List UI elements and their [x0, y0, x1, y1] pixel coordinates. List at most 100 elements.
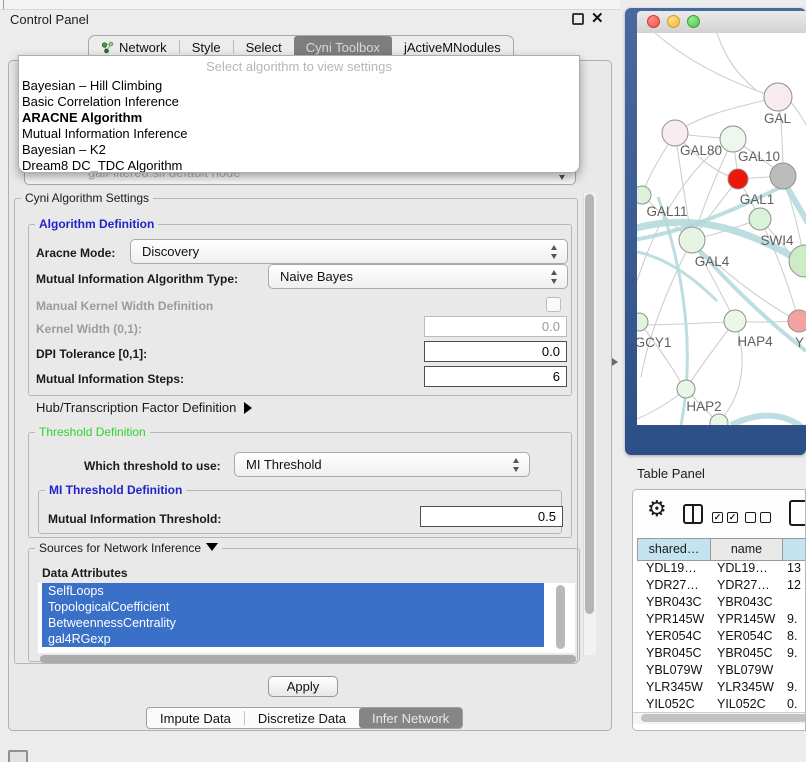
- table-row[interactable]: YDR27…YDR27…12: [638, 578, 805, 595]
- network-label-hap2: HAP2: [686, 399, 721, 414]
- algorithm-dropdown-placeholder: Select algorithm to view settings: [19, 56, 579, 78]
- close-traffic-light-icon[interactable]: [647, 15, 660, 28]
- network-icon: [101, 41, 114, 54]
- attributes-list-scrollbar[interactable]: [556, 585, 565, 649]
- network-canvas[interactable]: GALGAL80GAL10GAL1SWI4GAL11GAL4GCY1HAP4YH…: [637, 33, 806, 425]
- algorithm-option-aracne-algorithm[interactable]: ARACNE Algorithm: [19, 110, 579, 126]
- manual-kernel-width-label: Manual Kernel Width Definition: [36, 299, 213, 313]
- data-attributes-list[interactable]: SelfLoopsTopologicalCoefficientBetweenne…: [38, 583, 575, 653]
- mi-threshold-definition-title: MI Threshold Definition: [45, 483, 186, 497]
- network-node-gal4[interactable]: [679, 227, 705, 253]
- float-panel-icon[interactable]: [572, 13, 584, 25]
- top-strip: [0, 0, 620, 10]
- tab-label: jActiveMNodules: [404, 40, 501, 55]
- column-header-name[interactable]: name: [710, 538, 783, 561]
- network-edge-thick: [731, 416, 806, 425]
- kernel-width-field[interactable]: 0.0: [424, 316, 567, 337]
- attribute-item-gal4rgexp[interactable]: gal4RGexp: [42, 631, 544, 647]
- deselect-checkbox-icon-1[interactable]: [745, 512, 756, 523]
- table-panel: ⚙ ✓ ✓ shared…name YDL19… YDL19… 13 YDR27…YD…: [632, 489, 806, 731]
- tab-infer-network[interactable]: Infer Network: [359, 708, 462, 728]
- hub-definition-expander[interactable]: Hub/Transcription Factor Definition: [36, 400, 252, 415]
- network-node-salmon[interactable]: [788, 310, 806, 332]
- algorithm-option-bayesian-hill-climbing[interactable]: Bayesian – Hill Climbing: [19, 78, 579, 94]
- cell-c1: YLR345W: [646, 680, 703, 694]
- manual-kernel-width-checkbox[interactable]: [546, 297, 561, 312]
- network-node-gray-node[interactable]: [770, 163, 796, 189]
- dpi-tolerance-field[interactable]: 0.0: [424, 341, 567, 362]
- which-threshold-label: Which threshold to use:: [84, 459, 221, 473]
- table-row[interactable]: YBR045CYBR045C9.: [638, 646, 805, 663]
- table-row[interactable]: YLR345WYLR345W9.: [638, 680, 805, 697]
- cell-c1: YDL19…: [646, 561, 697, 575]
- panel-splitter-arrow[interactable]: [612, 358, 618, 366]
- network-node-hap4[interactable]: [724, 310, 746, 332]
- attribute-item-selfloops[interactable]: SelfLoops: [42, 583, 544, 599]
- algorithm-option-basic-correlation-inference[interactable]: Basic Correlation Inference: [19, 94, 579, 110]
- close-icon[interactable]: ✕: [591, 9, 604, 27]
- algorithm-option-bayesian-k2[interactable]: Bayesian – K2: [19, 142, 579, 158]
- network-node-gal1[interactable]: [749, 208, 771, 230]
- table-row[interactable]: YBL079WYBL079W: [638, 663, 805, 680]
- sources-horizontal-scrollbar[interactable]: [40, 655, 576, 663]
- tab-label: Select: [246, 40, 282, 55]
- tab-label: Impute Data: [160, 711, 231, 726]
- mi-threshold-label: Mutual Information Threshold:: [48, 512, 221, 526]
- network-window-titlebar[interactable]: [637, 11, 806, 33]
- mi-algorithm-type-combobox[interactable]: Naive Bayes: [268, 264, 568, 289]
- table-row[interactable]: YPR145WYPR145W9.: [638, 612, 805, 629]
- minimize-traffic-light-icon[interactable]: [667, 15, 680, 28]
- table-row[interactable]: YDL19… YDL19… 13: [638, 561, 805, 578]
- network-node-bottom[interactable]: [710, 414, 728, 425]
- float-grip-icon[interactable]: [8, 750, 28, 762]
- network-node-big-green[interactable]: [789, 245, 806, 277]
- table-row[interactable]: YER054CYER054C8.: [638, 629, 805, 646]
- top-tick: [3, 0, 4, 9]
- cell-c3: 9.: [787, 680, 797, 694]
- network-node-gcy1[interactable]: [637, 313, 648, 331]
- tab-impute-data[interactable]: Impute Data: [147, 708, 244, 728]
- cell-c3: 12: [787, 578, 801, 592]
- select-all-checkbox-icon-2[interactable]: ✓: [727, 512, 738, 523]
- which-threshold-combobox[interactable]: MI Threshold: [234, 452, 530, 477]
- hub-definition-label: Hub/Transcription Factor Definition: [36, 400, 236, 415]
- table-row[interactable]: YBR043CYBR043C: [638, 595, 805, 612]
- sources-title[interactable]: Sources for Network Inference: [35, 541, 222, 555]
- attribute-item-topologicalcoefficient[interactable]: TopologicalCoefficient: [42, 599, 544, 615]
- tab-label: Infer Network: [372, 711, 449, 726]
- columns-icon[interactable]: [683, 504, 703, 524]
- settings-scrollbar-thumb[interactable]: [585, 194, 594, 614]
- apply-button[interactable]: Apply: [268, 676, 338, 697]
- table-header-row: shared…name: [638, 538, 806, 561]
- aracne-mode-label: Aracne Mode:: [36, 246, 115, 260]
- network-node-hap2[interactable]: [677, 380, 695, 398]
- algorithm-option-dream8-dc-tdc-algorithm[interactable]: Dream8 DC_TDC Algorithm: [19, 158, 579, 173]
- column-header-cut[interactable]: [782, 538, 806, 561]
- deselect-checkbox-icon-2[interactable]: [760, 512, 771, 523]
- gear-icon[interactable]: ⚙: [647, 497, 667, 522]
- network-node-red-node[interactable]: [728, 169, 748, 189]
- cell-c2: YDL19…: [717, 561, 768, 575]
- network-label-gal11: GAL11: [646, 204, 687, 219]
- table-hscroll-thumb[interactable]: [641, 714, 806, 722]
- aracne-mode-combobox[interactable]: Discovery: [130, 239, 568, 264]
- mi-threshold-field[interactable]: 0.5: [420, 506, 563, 527]
- network-node-gal11[interactable]: [637, 186, 651, 204]
- cell-c1: YDR27…: [646, 578, 699, 592]
- mi-algorithm-type-label: Mutual Information Algorithm Type:: [36, 272, 238, 286]
- select-all-checkbox-icon-1[interactable]: ✓: [712, 512, 723, 523]
- cell-c3: 13: [787, 561, 801, 575]
- network-edge-thick: [787, 187, 806, 223]
- attribute-item-betweennesscentrality[interactable]: BetweennessCentrality: [42, 615, 544, 631]
- network-window[interactable]: GALGAL80GAL10GAL1SWI4GAL11GAL4GCY1HAP4YH…: [625, 8, 806, 455]
- threshold-definition-title: Threshold Definition: [35, 425, 150, 439]
- network-node-top-pink[interactable]: [764, 83, 792, 111]
- network-label-gal10: GAL10: [738, 149, 780, 164]
- cell-c2: YBL079W: [717, 663, 773, 677]
- column-header-shared[interactable]: shared…: [637, 538, 711, 561]
- algorithm-option-mutual-information-inference[interactable]: Mutual Information Inference: [19, 126, 579, 142]
- tab-discretize-data[interactable]: Discretize Data: [245, 708, 359, 728]
- mi-steps-field[interactable]: 6: [424, 366, 567, 387]
- zoom-traffic-light-icon[interactable]: [687, 15, 700, 28]
- new-table-icon[interactable]: [789, 500, 806, 526]
